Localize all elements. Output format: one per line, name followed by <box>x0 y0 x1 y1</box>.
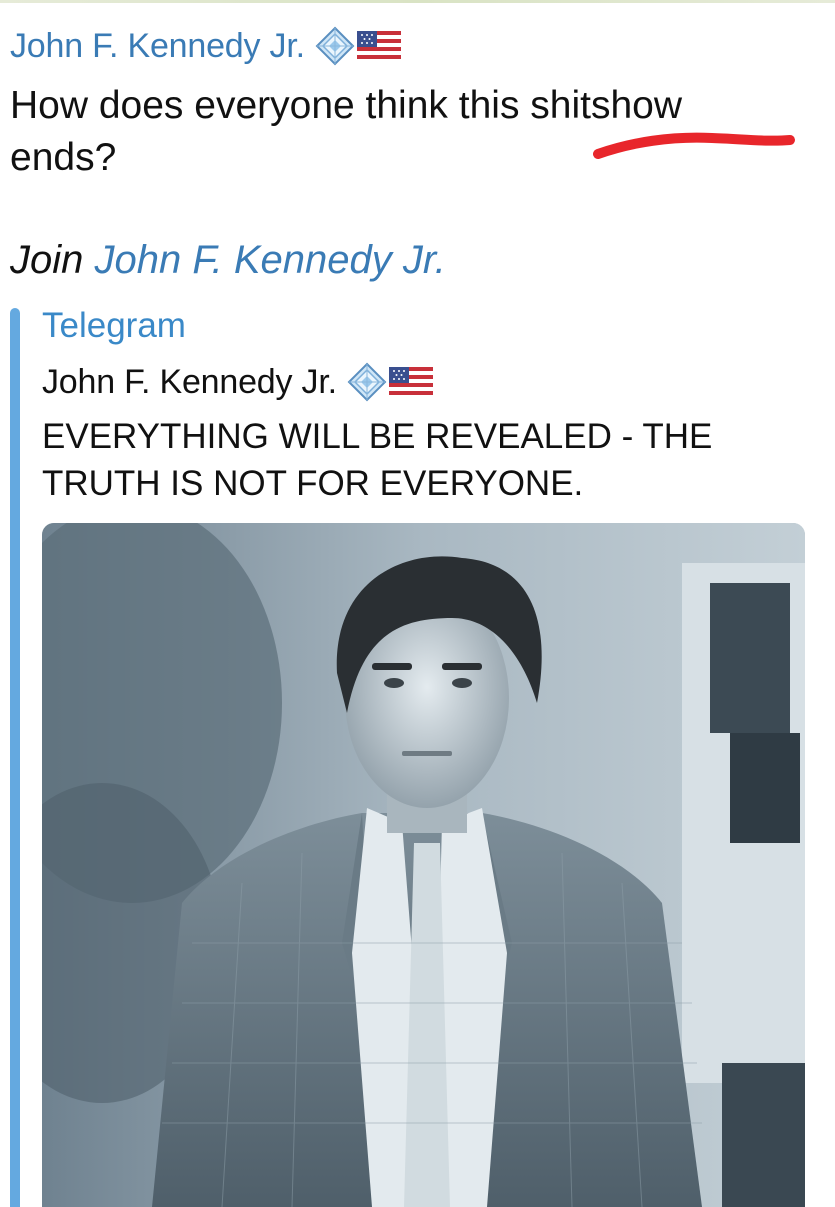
join-channel-link[interactable]: John F. Kennedy Jr. <box>95 238 446 282</box>
us-flag-icon <box>388 367 433 397</box>
red-underline-annotation <box>593 132 795 159</box>
portrait-photo-illustration <box>42 523 805 1207</box>
us-flag-icon <box>356 31 401 61</box>
diamond-badge-icon <box>315 26 355 66</box>
sender-row[interactable]: John F. Kennedy Jr. <box>10 24 401 68</box>
link-preview-site-name[interactable]: Telegram <box>42 306 186 346</box>
join-prefix: Join <box>10 238 84 282</box>
sender-name[interactable]: John F. Kennedy Jr. <box>10 27 305 66</box>
link-preview-bar <box>10 308 20 1207</box>
link-preview-badges <box>347 362 433 402</box>
link-preview-description-line-1: EVERYTHING WILL BE REVEALED - THE <box>42 417 713 456</box>
link-preview-title[interactable]: John F. Kennedy Jr. <box>42 363 337 402</box>
link-preview-photo[interactable] <box>42 523 805 1207</box>
join-line: Join John F. Kennedy Jr. <box>10 238 446 283</box>
link-preview-title-row[interactable]: John F. Kennedy Jr. <box>42 360 433 404</box>
sender-badges <box>315 26 401 66</box>
diamond-badge-icon <box>347 362 387 402</box>
message-post: John F. Kennedy Jr. How does everyone th… <box>0 0 835 1207</box>
link-preview-description: EVERYTHING WILL BE REVEALED - THE TRUTH … <box>42 413 802 507</box>
link-preview-description-line-2: TRUTH IS NOT FOR EVERYONE. <box>42 464 584 503</box>
